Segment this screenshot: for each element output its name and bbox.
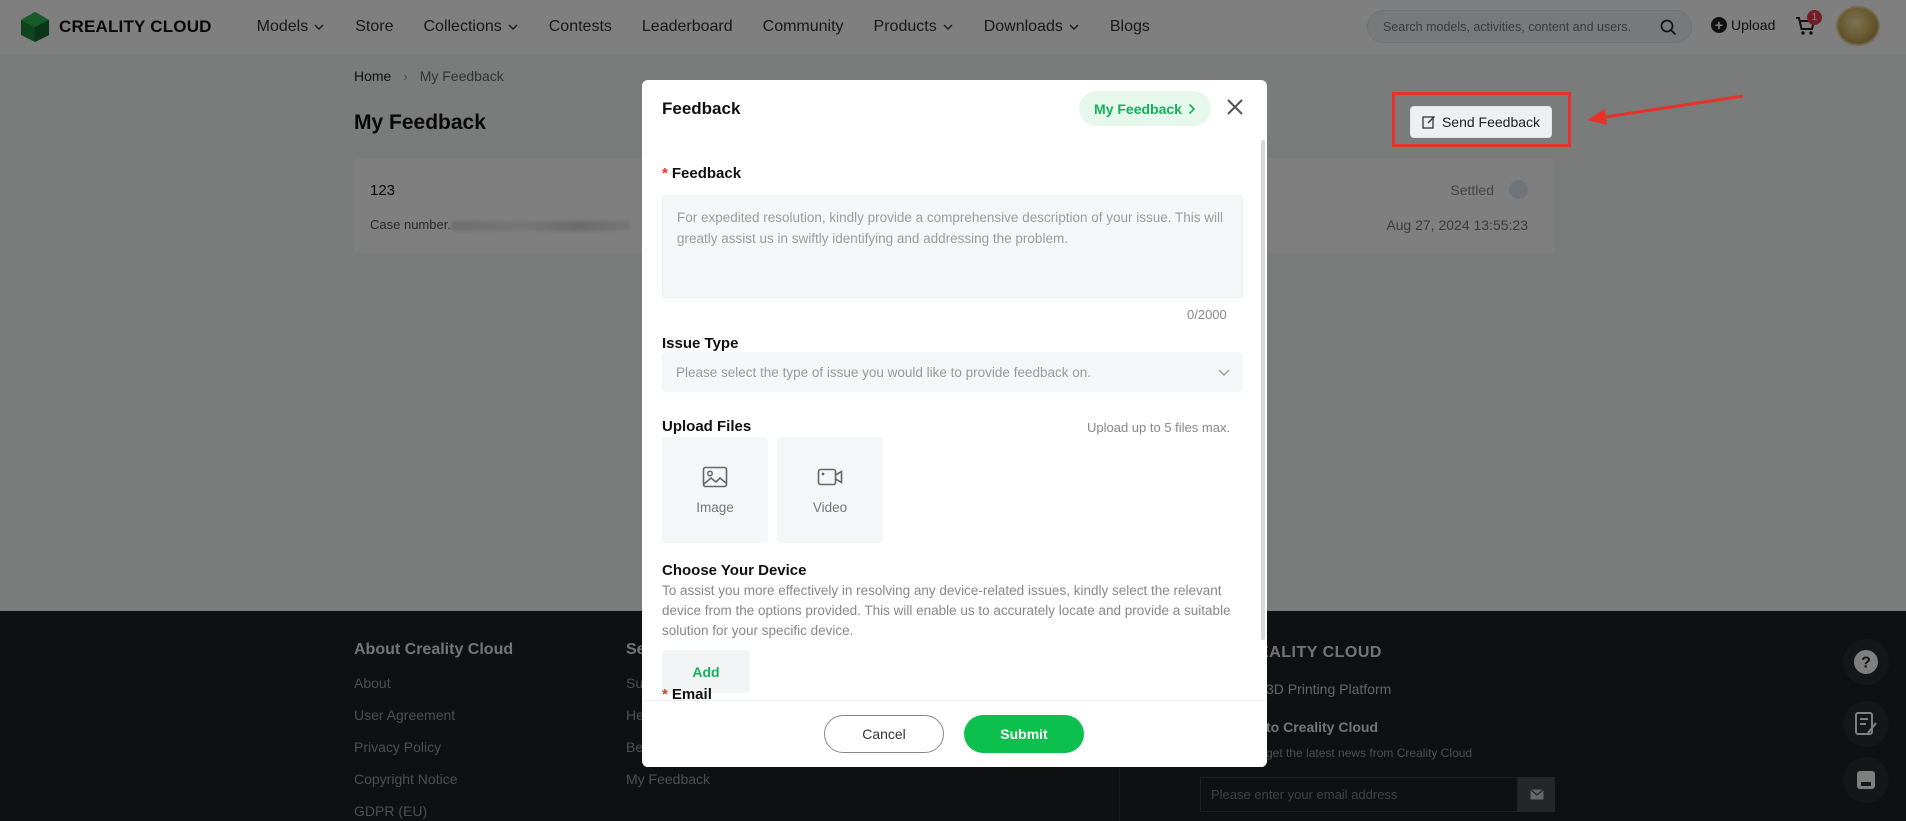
issue-type-select[interactable]: Please select the type of issue you woul…: [662, 352, 1243, 392]
upload-video-label: Video: [812, 499, 848, 515]
upload-video-button[interactable]: Video: [777, 437, 883, 543]
my-feedback-link-label: My Feedback: [1094, 100, 1182, 117]
upload-image-label: Image: [696, 499, 734, 515]
chevron-down-icon: [1218, 369, 1230, 376]
annotation-arrow-icon: [1587, 94, 1744, 125]
image-icon: [702, 466, 728, 487]
feedback-field-label: * Feedback: [662, 165, 741, 182]
email-label-text: Email: [671, 686, 712, 699]
character-counter: 0/2000: [1187, 307, 1227, 322]
required-asterisk: *: [662, 686, 668, 699]
issue-type-placeholder: Please select the type of issue you woul…: [676, 364, 1091, 380]
modal-body: *Feedback 0/2000 Issue Type Please selec…: [642, 136, 1267, 699]
annotation-highlight-box: [1392, 92, 1571, 147]
chevron-right-icon: [1188, 103, 1196, 114]
modal-title: Feedback: [662, 99, 741, 118]
my-feedback-link[interactable]: My Feedback: [1079, 91, 1211, 126]
device-description: To assist you more effectively in resolv…: [662, 583, 1231, 638]
feedback-textarea[interactable]: [662, 195, 1243, 298]
upload-image-button[interactable]: Image: [662, 437, 768, 543]
modal-scrollbar[interactable]: [1261, 140, 1265, 640]
submit-button[interactable]: Submit: [964, 715, 1084, 753]
upload-hint: Upload up to 5 files max.: [1087, 420, 1231, 435]
upload-files-label: Upload Files: [662, 418, 752, 435]
required-asterisk: *: [662, 165, 668, 182]
choose-device-label: Choose Your Device: [662, 562, 807, 579]
close-icon[interactable]: [1224, 96, 1246, 118]
modal-footer: Cancel Submit: [642, 700, 1267, 767]
cancel-button[interactable]: Cancel: [824, 715, 944, 753]
feedback-modal: Feedback My Feedback *Feedback 0/2000 Is…: [642, 80, 1267, 767]
feedback-label-text: Feedback: [671, 165, 742, 182]
issue-type-label: Issue Type: [662, 335, 739, 352]
email-field-label: * Email: [662, 686, 712, 699]
video-icon: [817, 468, 843, 485]
